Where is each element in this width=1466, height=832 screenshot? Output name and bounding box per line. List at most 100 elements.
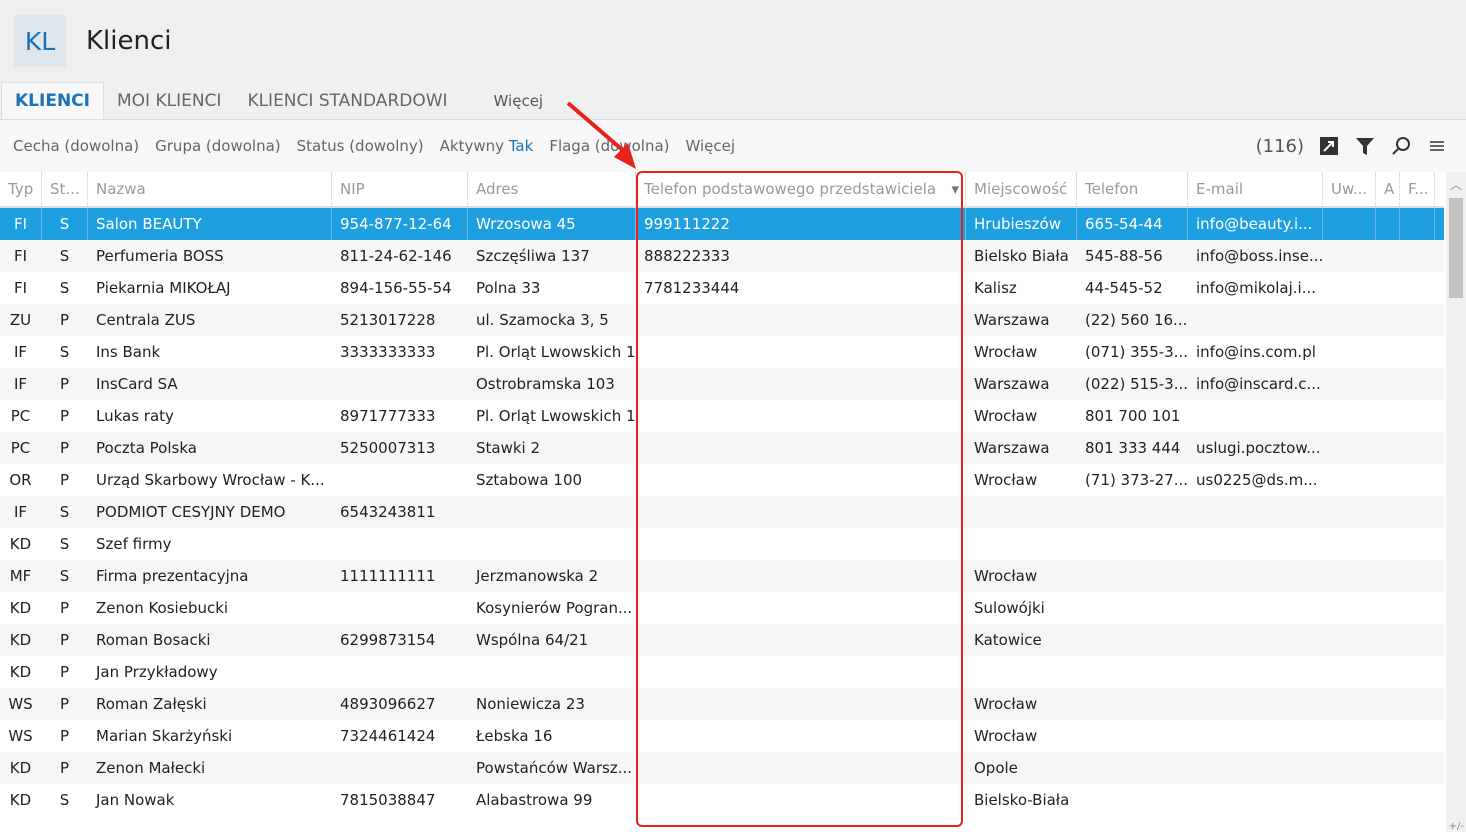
table-cell bbox=[1077, 688, 1188, 720]
table-cell: Ins Bank bbox=[96, 343, 161, 361]
table-cell: 5250007313 bbox=[340, 439, 436, 457]
vertical-scrollbar[interactable]: ︿ bbox=[1446, 172, 1466, 832]
search-icon[interactable] bbox=[1390, 135, 1412, 157]
table-cell bbox=[332, 656, 468, 688]
column-header-10[interactable]: A bbox=[1376, 172, 1400, 206]
table-cell: 5213017228 bbox=[340, 311, 436, 329]
table-cell: PC bbox=[10, 407, 31, 425]
table-cell bbox=[636, 592, 966, 624]
table-cell bbox=[636, 528, 966, 560]
table-cell bbox=[1400, 592, 1435, 624]
column-header-9[interactable]: Uw... bbox=[1323, 172, 1376, 206]
table-cell bbox=[1400, 368, 1435, 400]
table-cell bbox=[1188, 560, 1323, 592]
table-cell bbox=[1376, 368, 1400, 400]
table-cell: Wrocław bbox=[974, 727, 1038, 745]
table-cell: Piekarnia MIKOŁAJ bbox=[96, 279, 231, 297]
table-cell: InsCard SA bbox=[96, 375, 178, 393]
table-row[interactable]: ZU P Centrala ZUS 5213017228 ul. Szamocka 3,… bbox=[0, 304, 1444, 336]
table-cell bbox=[1376, 400, 1400, 432]
menu-icon[interactable] bbox=[1426, 135, 1448, 157]
table-cell bbox=[468, 656, 636, 688]
table-cell: KD bbox=[9, 791, 32, 809]
table-cell bbox=[1376, 720, 1400, 752]
tabs-more-button[interactable]: Więcej bbox=[481, 82, 557, 119]
table-row[interactable]: WS P Marian Skarżyński 7324461424 Łebska 16 W… bbox=[0, 720, 1444, 752]
column-header-3[interactable]: NIP bbox=[332, 172, 468, 206]
filter-aktywny-value: Tak bbox=[508, 137, 534, 155]
table-cell bbox=[1188, 400, 1323, 432]
table-row[interactable]: FI S Piekarnia MIKOŁAJ 894-156-55-54 Polna 3… bbox=[0, 272, 1444, 304]
table-row[interactable]: KD S Jan Nowak 7815038847 Alabastrowa 99 Biel… bbox=[0, 784, 1444, 816]
sort-dropdown-icon[interactable]: ▾ bbox=[951, 180, 959, 198]
column-header-5[interactable]: Telefon podstawowego przedstawiciela ▾ bbox=[636, 172, 966, 206]
table-cell: Poczta Polska bbox=[96, 439, 197, 457]
table-cell: Pl. Orląt Lwowskich 1 bbox=[476, 407, 636, 425]
table-row[interactable]: IF P InsCard SA Ostrobramska 103 Warszawa (02… bbox=[0, 368, 1444, 400]
table-row[interactable]: FI S Salon BEAUTY 954-877-12-64 Wrzosowa 45 9… bbox=[0, 208, 1444, 240]
table-cell bbox=[1400, 464, 1435, 496]
tab-klienci-standardowi[interactable]: KLIENCI STANDARDOWI bbox=[234, 82, 460, 119]
table-cell bbox=[966, 656, 1077, 688]
table-cell: Roman Bosacki bbox=[96, 631, 211, 649]
table-cell bbox=[966, 496, 1077, 528]
table-cell: Urząd Skarbowy Wrocław - K... bbox=[96, 471, 325, 489]
filter-status[interactable]: Status (dowolny) bbox=[297, 137, 424, 155]
table-cell bbox=[1400, 528, 1435, 560]
table-row[interactable]: WS P Roman Załęski 4893096627 Noniewicza 23 W… bbox=[0, 688, 1444, 720]
filter-cecha[interactable]: Cecha (dowolna) bbox=[13, 137, 139, 155]
filter-bar: Cecha (dowolna) Grupa (dowolna) Status (… bbox=[0, 120, 1466, 172]
table-cell bbox=[1323, 336, 1376, 368]
column-header-7[interactable]: Telefon bbox=[1077, 172, 1188, 206]
table-cell bbox=[1077, 784, 1188, 816]
column-header-0[interactable]: Typ bbox=[0, 172, 42, 206]
table-row[interactable]: PC P Lukas raty 8971777333 Pl. Orląt Lwowski… bbox=[0, 400, 1444, 432]
table-row[interactable]: MF S Firma prezentacyjna 1111111111 Jerzmano… bbox=[0, 560, 1444, 592]
table-row[interactable]: KD P Zenon Kosiebucki Kosynierów Pogran... S… bbox=[0, 592, 1444, 624]
scroll-up-icon[interactable]: ︿ bbox=[1450, 176, 1462, 193]
export-icon[interactable] bbox=[1318, 135, 1340, 157]
filter-flaga[interactable]: Flaga (dowolna) bbox=[549, 137, 669, 155]
column-header-8[interactable]: E-mail bbox=[1188, 172, 1323, 206]
table-cell bbox=[1323, 432, 1376, 464]
column-header-4[interactable]: Adres bbox=[468, 172, 636, 206]
table-row[interactable]: PC P Poczta Polska 5250007313 Stawki 2 Warsza… bbox=[0, 432, 1444, 464]
scrollbar-thumb[interactable] bbox=[1449, 198, 1463, 298]
table-row[interactable]: KD P Roman Bosacki 6299873154 Wspólna 64/21 K… bbox=[0, 624, 1444, 656]
table-row[interactable]: KD S Szef firmy bbox=[0, 528, 1444, 560]
table-row[interactable]: OR P Urząd Skarbowy Wrocław - K... Sztabowa… bbox=[0, 464, 1444, 496]
table-row[interactable]: KD P Jan Przykładowy bbox=[0, 656, 1444, 688]
filter-grupa[interactable]: Grupa (dowolna) bbox=[155, 137, 281, 155]
table-cell bbox=[1077, 592, 1188, 624]
table-cell bbox=[1400, 336, 1435, 368]
table-cell: P bbox=[59, 599, 70, 617]
tab-klienci[interactable]: KLIENCI bbox=[1, 82, 104, 119]
table-cell bbox=[1400, 304, 1435, 336]
column-header-2[interactable]: Nazwa bbox=[88, 172, 332, 206]
table-row[interactable]: FI S Perfumeria BOSS 811-24-62-146 Szczęśliw… bbox=[0, 240, 1444, 272]
column-header-6[interactable]: Miejscowość bbox=[966, 172, 1077, 206]
filter-aktywny[interactable]: Aktywny Tak bbox=[440, 137, 534, 155]
table-cell bbox=[1376, 752, 1400, 784]
table-row[interactable]: IF S Ins Bank 3333333333 Pl. Orląt Lwowskich… bbox=[0, 336, 1444, 368]
table-cell bbox=[636, 496, 966, 528]
table-cell: Warszawa bbox=[974, 375, 1050, 393]
tab-bar: KLIENCI MOI KLIENCI KLIENCI STANDARDOWI … bbox=[0, 82, 1466, 120]
table-cell: (22) 560 16... bbox=[1085, 311, 1188, 329]
column-header-11[interactable]: F... bbox=[1400, 172, 1435, 206]
filter-icon[interactable] bbox=[1354, 135, 1376, 157]
table-cell: PODMIOT CESYJNY DEMO bbox=[96, 503, 286, 521]
table-cell: FI bbox=[13, 279, 28, 297]
filter-aktywny-label: Aktywny bbox=[439, 137, 504, 155]
table-cell bbox=[332, 368, 468, 400]
table-cell: Zenon Małecki bbox=[96, 759, 206, 777]
tab-moi-klienci[interactable]: MOI KLIENCI bbox=[104, 82, 234, 119]
table-row[interactable]: KD P Zenon Małecki Powstańców Warsz... Opole bbox=[0, 752, 1444, 784]
table-cell: Centrala ZUS bbox=[96, 311, 196, 329]
filters-more-button[interactable]: Więcej bbox=[686, 137, 736, 155]
table-cell: KD bbox=[9, 535, 32, 553]
table-row[interactable]: IF S PODMIOT CESYJNY DEMO 6543243811 bbox=[0, 496, 1444, 528]
table-cell: (022) 515-3... bbox=[1085, 375, 1188, 393]
column-header-1[interactable]: St... bbox=[42, 172, 88, 206]
table-cell: P bbox=[59, 439, 70, 457]
